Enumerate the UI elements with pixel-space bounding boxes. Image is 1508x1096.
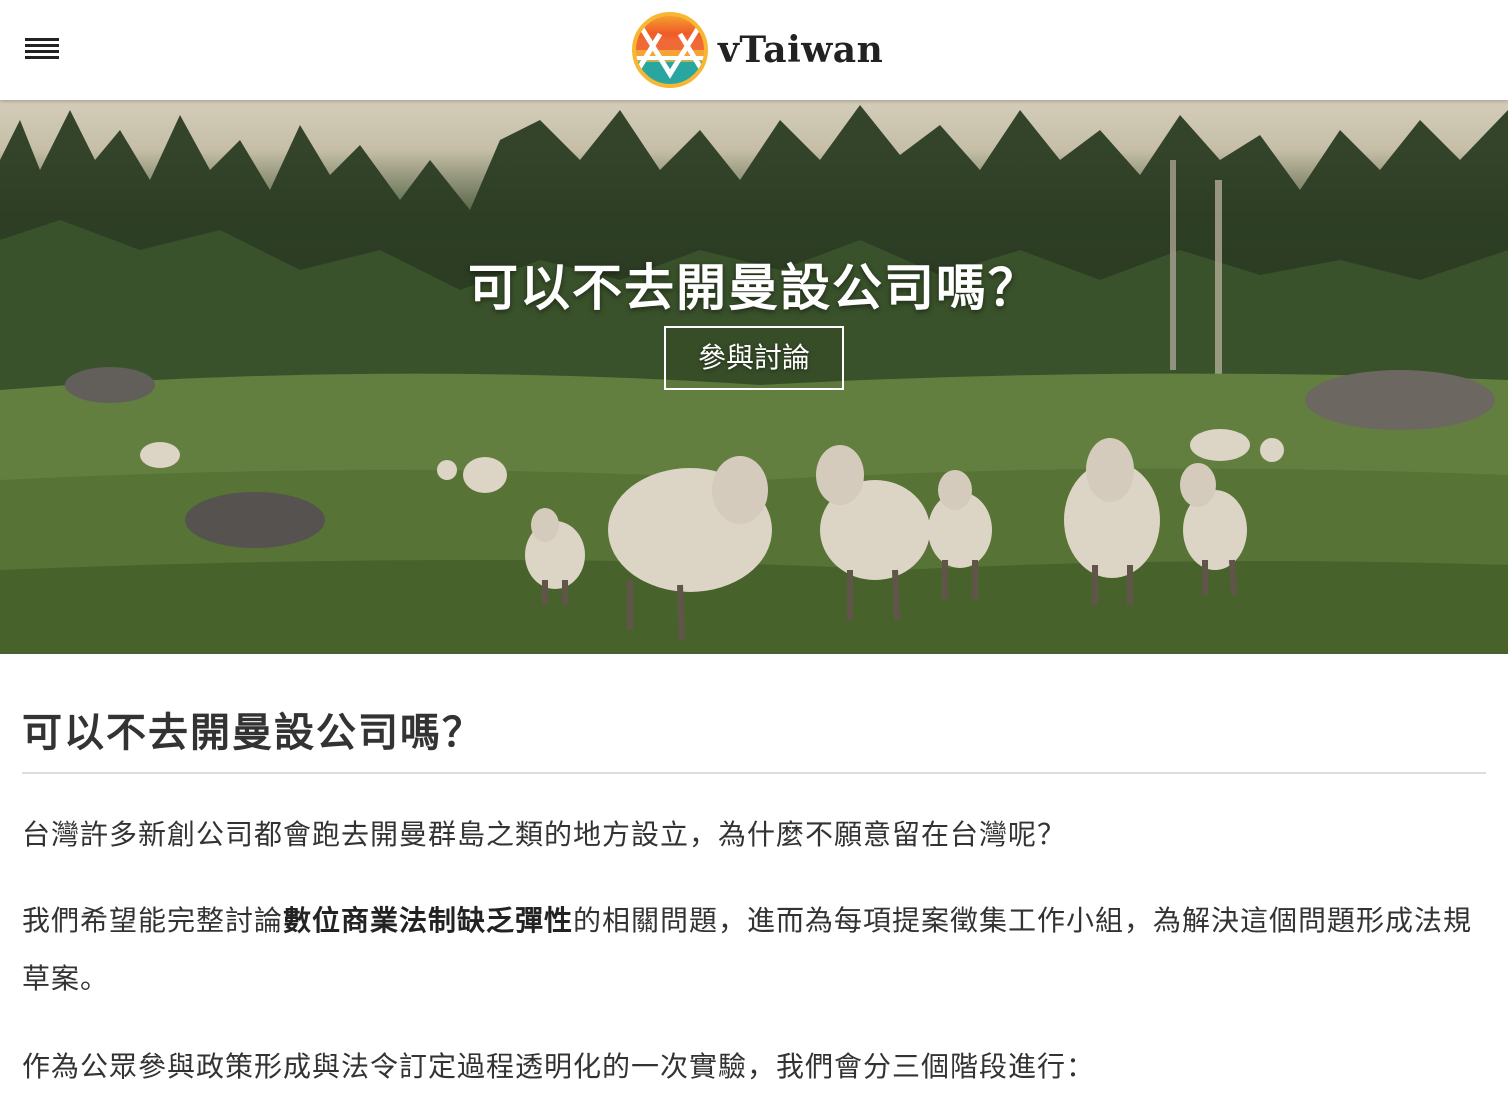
article-paragraph: 台灣許多新創公司都會跑去開曼群島之類的地方設立，為什麼不願意留在台灣呢？ [22, 818, 1067, 851]
brand-name: vTaiwan [718, 29, 884, 71]
article-paragraph: 作為公眾參與政策形成與法令訂定過程透明化的一次實驗，我們會分三個階段進行： [22, 1050, 1096, 1083]
article-paragraph: 我們希望能完整討論數位商業法制缺乏彈性的相關問題，進而為每項提案徵集工作小組，為… [22, 892, 1486, 1008]
highlighted-text: 數位商業法制缺乏彈性 [283, 904, 574, 937]
article: 可以不去開曼設公司嗎？ 台灣許多新創公司都會跑去開曼群島之類的地方設立，為什麼不… [22, 700, 1486, 1096]
join-discussion-button[interactable]: 參與討論 [664, 326, 844, 390]
hero-banner: 可以不去開曼設公司嗎？ 參與討論 [0, 100, 1508, 654]
hamburger-menu-icon[interactable] [25, 38, 59, 64]
vtaiwan-logo-icon [632, 12, 708, 88]
paragraph-text: 我們希望能完整討論 [22, 904, 284, 937]
brand[interactable]: vTaiwan [630, 10, 883, 90]
article-title: 可以不去開曼設公司嗎？ [22, 700, 1486, 774]
top-navigation-bar: vTaiwan [0, 0, 1508, 100]
hero-title: 可以不去開曼設公司嗎？ [468, 259, 1040, 317]
